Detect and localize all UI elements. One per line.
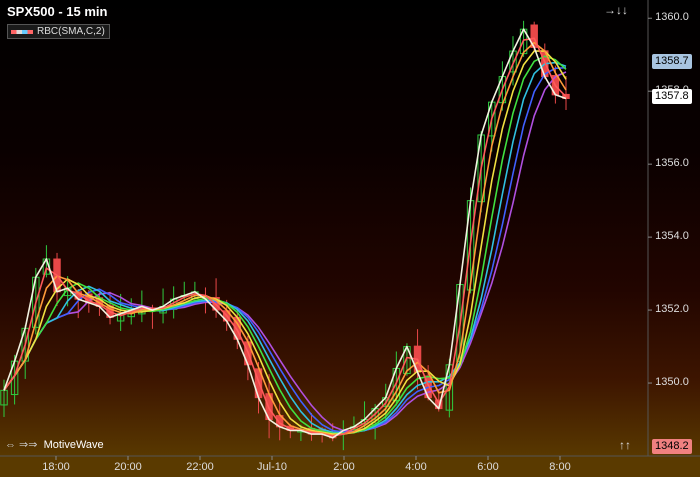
x-tick-label: 22:00 (186, 461, 214, 473)
study-legend[interactable]: RBC(SMA,C,2) (7, 24, 110, 39)
y-tick-label: 1352.0 (655, 303, 689, 316)
x-tick-label: 2:00 (333, 461, 355, 473)
scroll-nav-bottom[interactable]: ↑↑ (619, 438, 631, 452)
legend-swatch (11, 29, 33, 34)
x-tick-label: 4:00 (405, 461, 427, 473)
y-tick-label: 1350.0 (655, 376, 689, 389)
chart-window[interactable]: SPX500 - 15 min RBC(SMA,C,2) 1360.0 1358.… (0, 0, 700, 477)
x-tick-label: Jul-10 (257, 461, 287, 473)
watermark: ⇔ ⇒⇒ MotiveWave (5, 438, 104, 451)
average-price-badge: 1358.7 (652, 54, 692, 69)
scroll-arrows-icon[interactable]: ⇔ ⇒⇒ (5, 439, 38, 451)
y-tick-label: 1354.0 (655, 230, 689, 243)
price-chart[interactable] (0, 0, 700, 477)
x-tick-label: 18:00 (42, 461, 70, 473)
scroll-nav-top[interactable]: →↓↓ (604, 3, 628, 17)
low-price-badge: 1348.2 (652, 439, 692, 454)
x-tick-label: 20:00 (114, 461, 142, 473)
watermark-label: MotiveWave (43, 439, 104, 451)
study-label: RBC(SMA,C,2) (37, 26, 105, 37)
chart-title: SPX500 - 15 min (7, 4, 108, 19)
y-tick-label: 1356.0 (655, 157, 689, 170)
ma-band-line (3, 66, 567, 433)
x-tick-label: 6:00 (477, 461, 499, 473)
last-price-badge: 1357.8 (652, 89, 692, 104)
x-tick-label: 8:00 (549, 461, 571, 473)
y-tick-label: 1360.0 (655, 11, 689, 24)
